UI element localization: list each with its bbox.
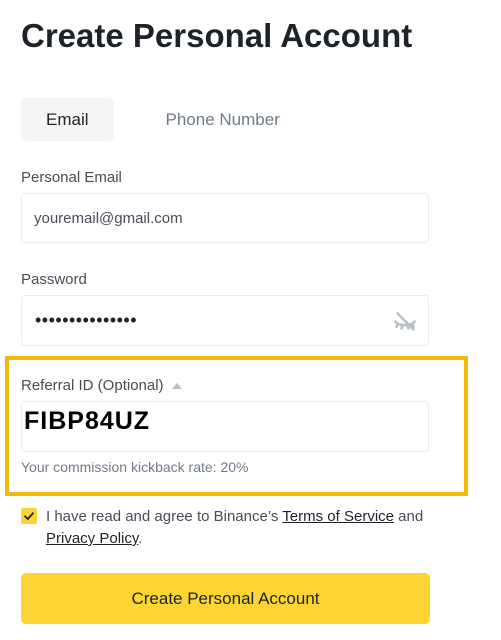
email-field-container — [21, 193, 429, 243]
agreement-text-middle: and — [394, 508, 424, 525]
password-field[interactable]: ••••••••••••••• — [21, 295, 429, 346]
referral-id-label: Referral ID (Optional) — [21, 377, 164, 394]
create-account-button[interactable]: Create Personal Account — [21, 573, 430, 624]
signup-method-tabs: Email Phone Number — [21, 98, 305, 141]
password-masked-value: ••••••••••••••• — [35, 310, 138, 330]
commission-rate-text: Your commission kickback rate: 20% — [21, 459, 249, 475]
checkmark-icon — [24, 512, 34, 520]
page-title: Create Personal Account — [21, 17, 413, 54]
referral-id-value: FIBP84UZ — [24, 407, 159, 436]
eye-slash-icon[interactable] — [392, 309, 418, 335]
privacy-policy-link[interactable]: Privacy Policy — [46, 530, 138, 547]
caret-up-icon — [171, 382, 182, 389]
referral-id-toggle[interactable]: Referral ID (Optional) — [21, 377, 182, 394]
email-label: Personal Email — [21, 169, 122, 186]
tab-email[interactable]: Email — [21, 98, 114, 141]
agreement-text-before: I have read and agree to Binance’s — [46, 508, 283, 525]
agreement-text-after: . — [138, 530, 143, 547]
tab-phone-number[interactable]: Phone Number — [141, 98, 305, 141]
password-label: Password — [21, 271, 87, 288]
email-input[interactable] — [34, 194, 394, 242]
terms-of-service-link[interactable]: Terms of Service — [282, 508, 394, 525]
agreement-checkbox[interactable] — [21, 508, 37, 524]
agreement-text: I have read and agree to Binance’s Terms… — [46, 506, 436, 550]
